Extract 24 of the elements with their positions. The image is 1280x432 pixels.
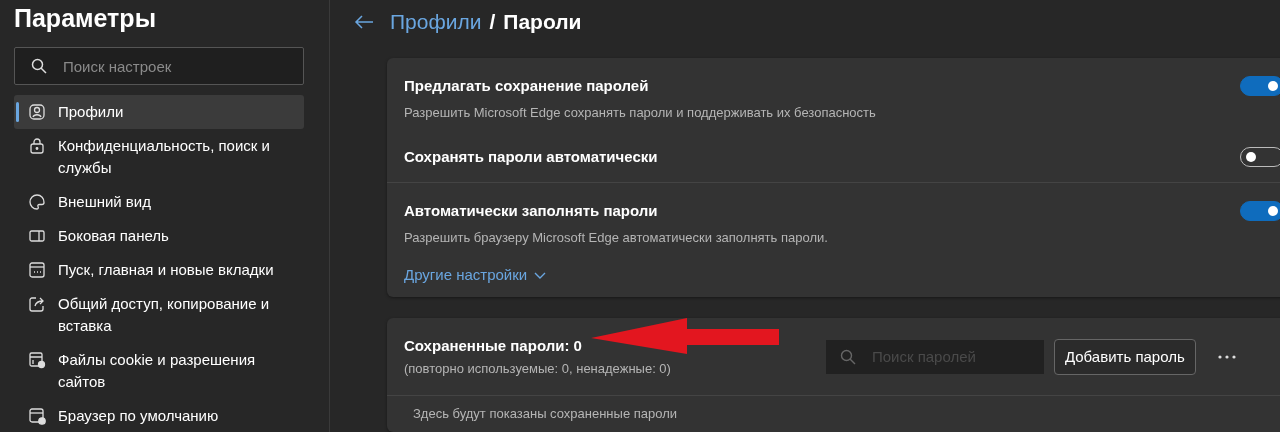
sidebar-item[interactable]: Браузер по умолчанию (14, 399, 304, 432)
sidebar-item[interactable]: Пуск, главная и новые вкладки (14, 253, 304, 287)
sidebar-item[interactable]: Боковая панель (14, 219, 304, 253)
sidebar-item[interactable]: Профили (14, 95, 304, 129)
saved-count-title: Сохраненные пароли: 0 (404, 336, 583, 356)
empty-list-message: Здесь будут показаны сохраненные пароли (412, 405, 679, 423)
add-password-button[interactable]: Добавить пароль (1053, 338, 1196, 375)
breadcrumb-link[interactable]: Профили (390, 10, 482, 34)
setting-description: Разрешить Microsoft Edge сохранять пароли и поддерживать их безопасность (404, 105, 876, 121)
settings-title: Параметры (14, 3, 157, 33)
sidebar-item[interactable]: Общий доступ, копирование и вставка (14, 287, 304, 343)
search-input[interactable]: Поиск настроек (63, 57, 263, 75)
sidebar-item[interactable]: Внешний вид (14, 185, 304, 219)
setting-description: Разрешить браузеру Microsoft Edge автоматически заполнять пароли. (404, 230, 828, 246)
setting-title: Предлагать сохранение паролей (404, 76, 650, 96)
more-settings-link[interactable]: Другие настройки (404, 265, 548, 285)
page-title: Пароли (503, 10, 582, 34)
sidebar-item[interactable]: Конфиденциальность, поиск и службы (14, 129, 304, 185)
setting-title: Сохранять пароли автоматически (404, 147, 658, 167)
setting-title: Автоматически заполнять пароли (404, 201, 659, 221)
saved-count-details: (повторно используемые: 0, ненадежные: 0) (404, 361, 671, 377)
sidebar-item[interactable]: Файлы cookie и разрешения сайтов (14, 343, 304, 399)
search-field[interactable]: Поиск настроек (14, 47, 304, 85)
breadcrumb-separator: / (489, 10, 496, 34)
